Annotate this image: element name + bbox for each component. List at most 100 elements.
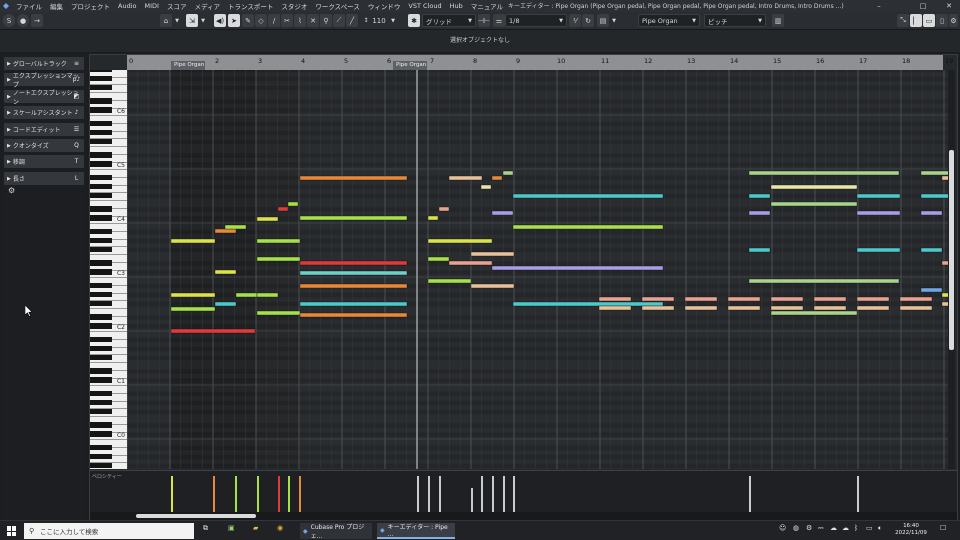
black-key[interactable] [90, 422, 112, 428]
store-icon[interactable]: ▣ [228, 524, 235, 532]
black-key[interactable] [90, 237, 112, 244]
midi-note[interactable] [512, 193, 664, 199]
cubase-logo-icon[interactable] [0, 0, 12, 12]
velocity-bar[interactable] [288, 476, 290, 512]
grid-type-dropdown[interactable]: グリッド ▼ [422, 14, 476, 27]
black-key[interactable] [90, 215, 112, 221]
midi-note[interactable] [427, 256, 450, 262]
black-key[interactable] [90, 408, 112, 415]
menu-workspaces[interactable]: ワークスペース [311, 1, 364, 11]
note-color-icon[interactable]: ▤ [597, 14, 609, 27]
midi-note[interactable] [512, 301, 664, 307]
black-key[interactable] [90, 282, 112, 289]
dropdown-arrow-icon[interactable]: ▼ [173, 14, 181, 27]
midi-note[interactable] [170, 238, 216, 244]
snap-icon[interactable]: ✱ [408, 14, 420, 27]
taskbar-app-cubase[interactable]: ◆ Cubase Pro プロジェ... [300, 523, 372, 540]
midi-note[interactable] [502, 170, 514, 176]
split-tool-icon[interactable]: ✂ [281, 14, 293, 27]
midi-note[interactable] [256, 216, 279, 222]
black-key[interactable] [90, 183, 112, 190]
midi-note[interactable] [856, 296, 890, 302]
midi-note[interactable] [214, 301, 237, 307]
glue-tool-icon[interactable]: ⌇ [294, 14, 306, 27]
midi-note[interactable] [856, 193, 901, 199]
midi-note[interactable] [641, 296, 675, 302]
black-key[interactable] [90, 462, 112, 469]
midi-note[interactable] [427, 238, 493, 244]
zoom-tool-icon[interactable]: ⚲ [320, 14, 332, 27]
menu-file[interactable]: ファイル [12, 1, 46, 11]
lock-icon[interactable]: ⌂ [160, 14, 172, 27]
velocity-bar[interactable] [503, 476, 505, 512]
taskbar-search-box[interactable]: ⚲ ここに入力して検索 [24, 523, 194, 539]
midi-note[interactable] [899, 296, 933, 302]
midi-note[interactable] [427, 215, 439, 221]
menu-transport[interactable]: トランスポート [224, 1, 277, 11]
velocity-bar[interactable] [513, 476, 515, 512]
black-key[interactable] [90, 206, 112, 212]
midi-note[interactable] [684, 305, 718, 311]
vertical-scroll-thumb[interactable] [949, 150, 954, 350]
piano-keys-icon[interactable]: ▥ [772, 14, 784, 27]
menu-audio[interactable]: Audio [114, 2, 140, 10]
midi-note[interactable] [770, 296, 804, 302]
black-key[interactable] [90, 98, 112, 104]
step-input-icon[interactable]: ↕ [362, 14, 370, 27]
black-key[interactable] [90, 120, 112, 127]
minimize-button[interactable]: – [868, 0, 890, 12]
midi-note[interactable] [256, 310, 301, 316]
midi-note[interactable] [470, 283, 515, 289]
velocity-bar[interactable] [171, 476, 173, 512]
network-icon[interactable]: ◍ [793, 524, 799, 532]
midi-note[interactable] [470, 251, 515, 257]
velocity-bar[interactable] [257, 476, 259, 512]
inspector-section-global-tracks[interactable]: ▶ グローバルトラック ≡ [4, 57, 84, 70]
tempo-value[interactable]: 110 [371, 14, 387, 27]
volume-icon[interactable]: 🔈︎ [878, 524, 882, 533]
inspector-section-note-expression[interactable]: ▶ ノートエクスプレッション ◩ [4, 90, 84, 106]
settings-icon[interactable]: ⚙ [949, 14, 958, 27]
menu-hub[interactable]: Hub [446, 2, 467, 10]
inspector-section-scale-assistant[interactable]: ▶ スケールアシスタント ♪ [4, 106, 84, 119]
black-key[interactable] [90, 368, 112, 374]
midi-note[interactable] [480, 184, 492, 190]
midi-note[interactable] [170, 306, 216, 312]
midi-note[interactable] [256, 292, 279, 298]
menu-project[interactable]: プロジェクト [67, 1, 114, 11]
midi-note[interactable] [748, 278, 900, 284]
menu-score[interactable]: スコア [163, 1, 191, 11]
black-key[interactable] [90, 323, 112, 329]
note-display[interactable]: 0 Pipe Organ 2 3 4 5 6 Pipe Organ 7 8 9 … [127, 55, 957, 469]
onedrive-icon[interactable]: ☁ [842, 524, 849, 532]
quantize-icon[interactable]: ⚌ [493, 14, 505, 27]
black-key[interactable] [90, 138, 112, 145]
midi-note[interactable] [684, 296, 718, 302]
midi-note[interactable] [299, 312, 408, 318]
black-key[interactable] [90, 390, 112, 397]
midi-note[interactable] [491, 210, 514, 216]
midi-note[interactable] [448, 175, 483, 181]
velocity-bar[interactable] [428, 476, 430, 512]
ruler[interactable]: 0 Pipe Organ 2 3 4 5 6 Pipe Organ 7 8 9 … [127, 55, 953, 70]
taskbar-clock[interactable]: 16:40 2022/11/09 [888, 523, 934, 537]
right-zone-icon[interactable]: ▯ [936, 14, 948, 27]
lower-zone-toggle-icon[interactable]: ▭ [923, 14, 935, 27]
black-key[interactable] [90, 260, 112, 266]
menu-studio[interactable]: スタジオ [277, 1, 311, 11]
inspector-section-expression-map[interactable]: ▶ エクスプレッションマップ p♪ [4, 73, 84, 89]
black-key[interactable] [90, 228, 112, 235]
midi-note[interactable] [214, 269, 237, 275]
black-key[interactable] [90, 377, 112, 383]
black-key[interactable] [90, 192, 112, 199]
piano-keyboard[interactable]: C6 C5 C4 C3 C2 C1 C0 [90, 70, 127, 469]
bluetooth-icon[interactable]: ᛒ [854, 524, 858, 532]
black-key[interactable] [90, 431, 112, 437]
midi-note[interactable] [920, 210, 943, 216]
trim-tool-icon[interactable]: / [268, 14, 280, 27]
midi-note[interactable] [299, 283, 408, 289]
midi-note[interactable] [299, 260, 408, 266]
black-key[interactable] [90, 354, 112, 361]
erase-tool-icon[interactable]: ◇ [255, 14, 267, 27]
velocity-bar[interactable] [213, 476, 215, 512]
